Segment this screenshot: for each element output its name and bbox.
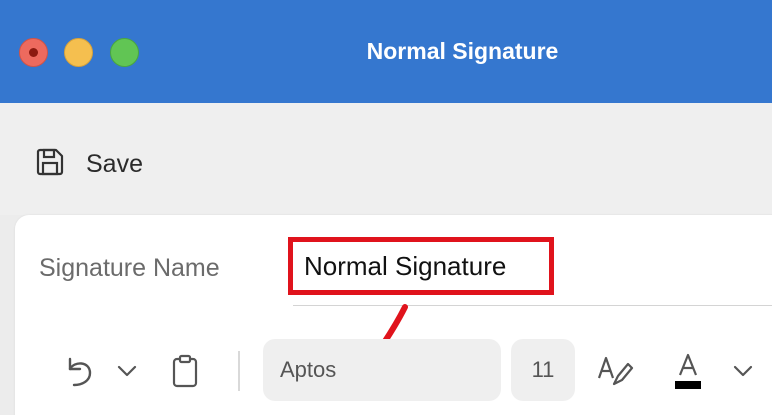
window-title: Normal Signature <box>366 38 559 64</box>
font-color-dropdown-button[interactable] <box>731 359 755 383</box>
maximize-window-button[interactable] <box>110 38 139 67</box>
signature-editor-window: Normal Signature Save Signature Name Nor… <box>0 0 772 415</box>
undo-icon <box>64 353 96 389</box>
signature-name-field[interactable]: Normal Signature <box>288 237 554 295</box>
highlight-button[interactable] <box>595 351 635 391</box>
paste-button[interactable] <box>170 351 200 391</box>
formatting-toolbar: Aptos 11 <box>15 337 772 407</box>
editor-panel: Signature Name Normal Signature Aptos 11 <box>15 215 772 415</box>
font-family-select[interactable]: Aptos <box>263 339 501 401</box>
font-color-icon <box>672 351 704 391</box>
save-label: Save <box>86 149 143 178</box>
signature-name-label: Signature Name <box>39 254 220 282</box>
close-window-button[interactable] <box>19 38 48 67</box>
chevron-down-icon <box>732 364 754 378</box>
undo-dropdown-button[interactable] <box>115 359 139 383</box>
clipboard-icon <box>172 354 198 388</box>
font-color-button[interactable] <box>671 349 705 393</box>
highlight-pen-icon <box>596 352 634 390</box>
minimize-window-button[interactable] <box>64 38 93 67</box>
close-dot-icon <box>29 48 38 57</box>
save-button[interactable]: Save <box>34 147 143 181</box>
floppy-disk-icon <box>34 146 66 183</box>
undo-button[interactable] <box>63 351 97 391</box>
title-bar: Normal Signature <box>0 0 772 103</box>
font-size-select[interactable]: 11 <box>511 339 575 401</box>
toolbar: Save <box>0 103 772 215</box>
chevron-down-icon <box>116 364 138 378</box>
toolbar-divider <box>238 351 240 391</box>
